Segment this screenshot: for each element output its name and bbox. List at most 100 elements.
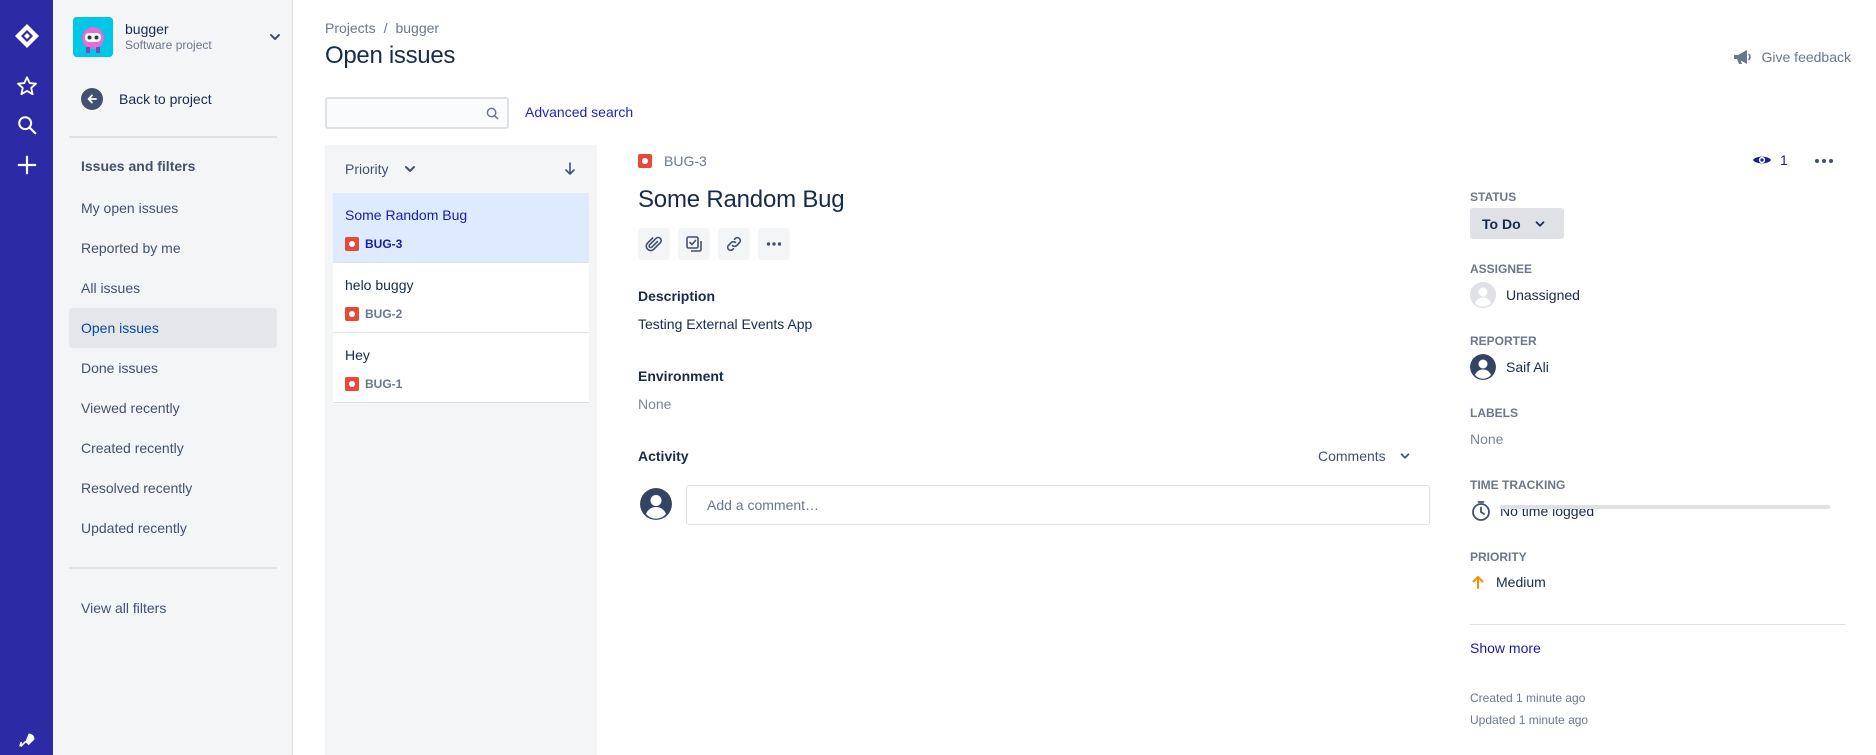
issue-list-panel: Priority Some Random Bug BUG-3 helo bugg… [325,145,597,755]
sidebar-item-my-open-issues[interactable]: My open issues [69,188,277,228]
sort-field-label[interactable]: Priority [345,161,389,177]
watchers-button[interactable]: 1 [1752,152,1788,168]
project-switcher[interactable]: bugger Software project [73,17,283,57]
advanced-search-link[interactable]: Advanced search [525,104,633,120]
sidebar-item-viewed-recently[interactable]: Viewed recently [69,388,277,428]
fields-divider [1470,624,1846,625]
reporter-field[interactable]: Saif Ali [1470,354,1549,380]
bug-type-icon [345,307,359,321]
search-icon[interactable] [486,107,499,125]
reporter-value: Saif Ali [1506,359,1549,375]
global-nav [0,0,53,755]
page-title: Open issues [325,42,456,69]
time-tracking-label: TIME TRACKING [1470,478,1566,492]
description-text[interactable]: Testing External Events App [638,316,812,332]
issues-filters-heading: Issues and filters [81,158,196,174]
project-sidebar: bugger Software project Back to project … [53,0,293,755]
more-actions-icon[interactable] [1812,150,1836,172]
status-label: STATUS [1470,190,1517,204]
child-issue-icon[interactable] [678,228,710,260]
environment-value[interactable]: None [638,396,671,412]
sidebar-divider [69,136,277,138]
issue-card[interactable]: helo buggy BUG-2 [333,263,589,333]
labels-value[interactable]: None [1470,431,1503,447]
activity-heading: Activity [638,448,689,464]
time-tracking-field[interactable]: No time logged [1470,500,1594,522]
issue-summary[interactable]: Some Random Bug [638,186,845,214]
star-icon[interactable] [8,67,45,104]
breadcrumb-separator: / [383,20,388,36]
time-tracking-bar [1500,505,1830,509]
reporter-avatar-icon [1470,354,1496,380]
eye-icon [1753,156,1771,164]
breadcrumb-projects[interactable]: Projects [325,20,376,36]
bug-type-icon [345,237,359,251]
environment-heading: Environment [638,368,724,384]
sidebar-item-updated-recently[interactable]: Updated recently [69,508,277,548]
jira-logo-icon[interactable] [8,17,45,54]
search-input[interactable] [327,99,477,127]
activity-filter-label: Comments [1318,448,1386,464]
sort-direction-icon[interactable] [563,161,577,182]
sidebar-item-reported-by-me[interactable]: Reported by me [69,228,277,268]
issue-search [325,97,509,129]
labels-label: LABELS [1470,406,1518,420]
issue-title: helo buggy [345,277,414,293]
issue-key: BUG-3 [345,237,402,251]
create-plus-icon[interactable] [8,146,45,183]
project-name: bugger [125,21,169,37]
sidebar-item-resolved-recently[interactable]: Resolved recently [69,468,277,508]
back-to-project-label: Back to project [119,91,212,107]
back-to-project-link[interactable]: Back to project [81,86,281,112]
bug-type-icon [638,154,652,168]
search-icon[interactable] [8,106,45,143]
breadcrumb: Projects / bugger [325,20,439,36]
project-type: Software project [125,38,212,52]
issue-card[interactable]: Hey BUG-1 [333,333,589,403]
issue-key-label: BUG-3 [664,153,707,169]
view-all-filters-link[interactable]: View all filters [69,588,277,628]
current-user-avatar [640,488,672,520]
chevron-down-icon [1400,453,1410,459]
status-dropdown[interactable]: To Do [1470,208,1564,239]
chevron-down-icon [1535,220,1544,227]
megaphone-icon [1733,50,1751,64]
sidebar-item-open-issues[interactable]: Open issues [69,308,277,348]
show-more-link[interactable]: Show more [1470,640,1541,656]
sidebar-item-created-recently[interactable]: Created recently [69,428,277,468]
assignee-label: ASSIGNEE [1470,262,1533,276]
rocket-icon[interactable] [8,722,45,755]
issue-key: BUG-1 [345,377,402,391]
issue-key: BUG-2 [345,307,402,321]
issue-title: Hey [345,347,370,363]
status-value: To Do [1482,215,1521,232]
give-feedback-button[interactable]: Give feedback [1732,48,1852,66]
assignee-field[interactable]: Unassigned [1470,282,1580,308]
chevron-down-icon[interactable] [402,161,418,182]
priority-field[interactable]: Medium [1470,574,1546,590]
breadcrumb-project[interactable]: bugger [395,20,439,36]
chevron-down-icon[interactable] [267,29,283,45]
issue-title: Some Random Bug [345,207,468,223]
unassigned-avatar-icon [1470,282,1496,308]
activity-filter-select[interactable]: Comments [1318,448,1412,464]
issue-list-header: Priority [325,145,597,193]
watchers-count: 1 [1780,152,1788,168]
sidebar-item-done-issues[interactable]: Done issues [69,348,277,388]
created-timestamp: Created 1 minute ago [1470,691,1586,705]
project-avatar-icon [73,17,113,57]
stopwatch-icon [1472,501,1490,521]
more-icon[interactable] [758,228,790,260]
link-issue-icon[interactable] [718,228,750,260]
assignee-value: Unassigned [1506,287,1580,303]
sidebar-item-all-issues[interactable]: All issues [69,268,277,308]
issue-toolbar [638,228,798,260]
attach-icon[interactable] [638,228,670,260]
issue-key-breadcrumb[interactable]: BUG-3 [638,153,707,169]
comment-box [686,485,1430,525]
priority-value: Medium [1496,574,1546,590]
description-heading: Description [638,288,716,304]
comment-input[interactable] [687,486,1387,524]
issue-card[interactable]: Some Random Bug BUG-3 [333,193,589,263]
give-feedback-label: Give feedback [1761,49,1852,65]
